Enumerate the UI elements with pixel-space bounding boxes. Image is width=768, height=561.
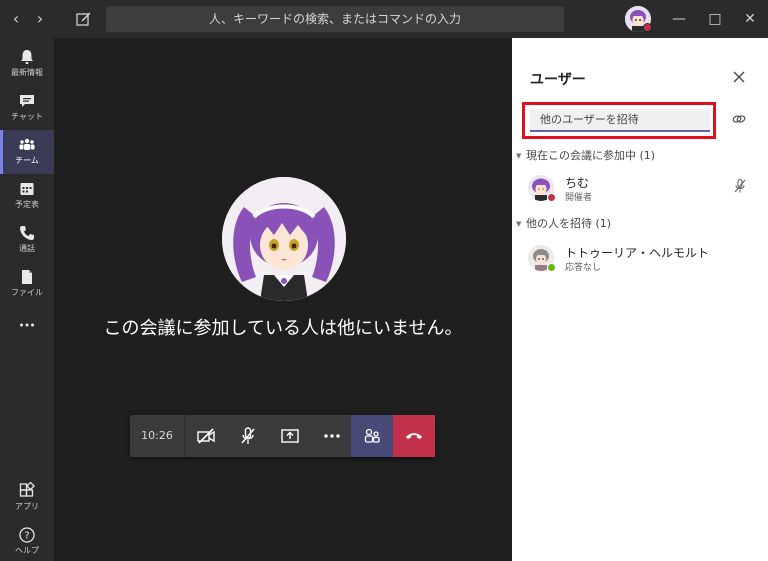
rail-item-files[interactable]: ファイル: [0, 262, 54, 306]
chevron-down-icon: ▼: [516, 152, 522, 160]
calendar-icon: [20, 183, 34, 195]
rail-label: チーム: [15, 156, 39, 165]
title-bar: ‹ › 人、キーワードの検索、またはコマンドの入力 — □ ✕: [0, 0, 768, 38]
invite-highlight: [522, 102, 716, 139]
rail-item-chat[interactable]: チャット: [0, 86, 54, 130]
current-participants-header[interactable]: ▼ 現在この会議に参加中 (1): [516, 147, 655, 163]
chat-icon: [20, 95, 34, 107]
mic-off-icon: [241, 427, 255, 444]
camera-off-icon: [197, 428, 215, 444]
more-icon: [324, 434, 340, 438]
participant-name: ちむ: [565, 176, 590, 190]
invite-others-header[interactable]: ▼ 他の人を招待 (1): [516, 215, 611, 231]
people-icon: [364, 428, 380, 443]
back-icon[interactable]: ‹: [6, 9, 26, 29]
camera-toggle-button[interactable]: [185, 415, 227, 457]
section-label: 他の人を招待 (1): [526, 217, 612, 230]
anime-girl-avatar-icon: [222, 177, 346, 301]
invitee-name: トトゥーリア・ヘルモルト: [565, 246, 710, 260]
mic-off-icon[interactable]: [732, 178, 748, 194]
invitee-row[interactable]: トトゥーリア・ヘルモルト 応答なし: [528, 244, 758, 278]
minimize-icon[interactable]: —: [661, 0, 697, 38]
close-window-icon[interactable]: ✕: [732, 0, 768, 38]
close-panel-icon[interactable]: [730, 68, 748, 86]
rail-item-help[interactable]: ? ヘルプ: [0, 520, 54, 561]
file-icon: [22, 270, 32, 284]
rail-label: 最新情報: [11, 68, 43, 77]
invitee-status: 応答なし: [565, 263, 602, 273]
show-participants-button[interactable]: [351, 415, 393, 457]
rail-label: 通話: [19, 244, 35, 253]
maximize-icon[interactable]: □: [697, 0, 733, 38]
more-icon: [20, 323, 34, 327]
rail-item-calendar[interactable]: 予定表: [0, 174, 54, 218]
participant-avatar-large: [222, 177, 346, 301]
available-status-icon: [547, 263, 556, 272]
search-input[interactable]: 人、キーワードの検索、またはコマンドの入力: [106, 6, 564, 32]
rail-label: アプリ: [15, 502, 39, 511]
svg-text:?: ?: [24, 531, 29, 542]
participant-row[interactable]: ちむ 開催者: [528, 174, 758, 208]
call-duration: 10:26: [130, 415, 185, 457]
app-rail: 最新情報 チャット チーム 予定表 通話 ファイル アプリ ? ヘルプ: [0, 38, 54, 561]
chevron-down-icon: ▼: [516, 220, 522, 228]
section-label: 現在この会議に参加中 (1): [526, 149, 656, 162]
rail-label: ファイル: [11, 288, 43, 297]
share-screen-button[interactable]: [269, 415, 311, 457]
apps-icon: [19, 482, 35, 497]
mic-toggle-button[interactable]: [227, 415, 269, 457]
hang-up-icon: [406, 433, 422, 439]
busy-status-icon: [643, 23, 652, 32]
hang-up-button[interactable]: [393, 415, 435, 457]
rail-item-apps[interactable]: アプリ: [0, 476, 54, 520]
participants-panel: ユーザー ▼ 現在この会議に参加中 (1) ちむ 開催者: [512, 38, 768, 561]
compose-icon[interactable]: [74, 9, 94, 29]
call-control-bar: 10:26: [130, 415, 435, 457]
alone-message: この会議に参加している人は他にいません。: [103, 318, 463, 339]
teams-icon: [19, 138, 35, 150]
more-actions-button[interactable]: [311, 415, 353, 457]
phone-icon: [20, 226, 34, 240]
bell-icon: [21, 50, 33, 64]
rail-label: チャット: [11, 112, 43, 121]
participant-role: 開催者: [565, 193, 593, 203]
busy-status-icon: [547, 193, 556, 202]
rail-item-activity[interactable]: 最新情報: [0, 42, 54, 86]
forward-icon[interactable]: ›: [30, 9, 50, 29]
help-icon: ?: [19, 527, 35, 543]
share-screen-icon: [281, 429, 299, 443]
rail-item-more[interactable]: [0, 310, 54, 354]
rail-item-teams[interactable]: チーム: [0, 130, 54, 174]
rail-label: 予定表: [15, 200, 39, 209]
copy-link-icon[interactable]: [731, 111, 747, 127]
rail-label: ヘルプ: [15, 546, 39, 555]
panel-title: ユーザー: [530, 72, 586, 88]
meeting-stage: この会議に参加している人は他にいません。 10:26: [54, 38, 512, 561]
invite-users-input[interactable]: [530, 109, 710, 132]
rail-item-calls[interactable]: 通話: [0, 218, 54, 262]
